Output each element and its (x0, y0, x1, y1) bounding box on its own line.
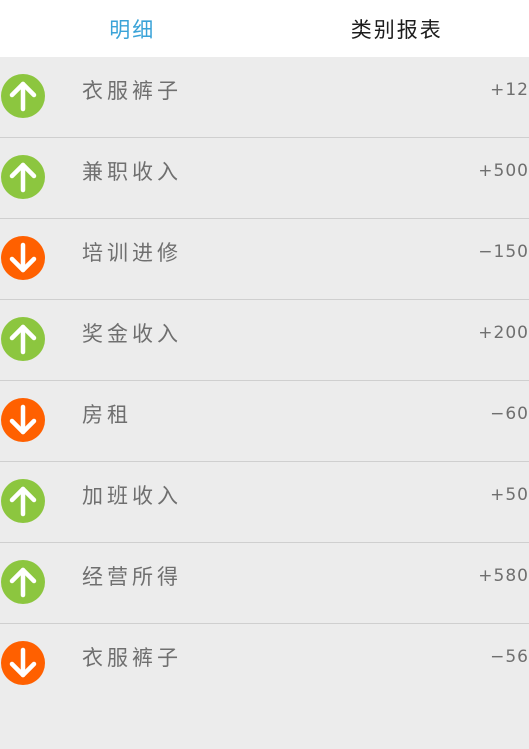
item-amount: +500 (478, 161, 529, 181)
tab-bar: 明细 类别报表 (0, 0, 529, 57)
arrow-down-icon (1, 398, 45, 442)
transaction-list: 衣服裤子 +12 兼职收入 +500 培训进修 −150 奖金收入 +200 房… (0, 57, 529, 704)
list-item[interactable]: 加班收入 +50 (0, 462, 529, 543)
item-title: 衣服裤子 (82, 646, 182, 670)
item-title: 房租 (82, 403, 132, 427)
list-item[interactable]: 衣服裤子 +12 (0, 57, 529, 138)
item-amount: −150 (478, 242, 529, 262)
list-item[interactable]: 兼职收入 +500 (0, 138, 529, 219)
item-title: 培训进修 (82, 241, 182, 265)
list-item[interactable]: 衣服裤子 −56 (0, 624, 529, 704)
list-item[interactable]: 奖金收入 +200 (0, 300, 529, 381)
tab-detail[interactable]: 明细 (0, 0, 265, 57)
item-amount: +580 (478, 566, 529, 586)
item-title: 奖金收入 (82, 322, 182, 346)
item-amount: −56 (490, 647, 529, 667)
list-item[interactable]: 经营所得 +580 (0, 543, 529, 624)
item-title: 兼职收入 (82, 160, 182, 184)
item-title: 加班收入 (82, 484, 182, 508)
arrow-up-icon (1, 479, 45, 523)
arrow-up-icon (1, 155, 45, 199)
tab-category-report[interactable]: 类别报表 (265, 0, 529, 57)
item-title: 衣服裤子 (82, 79, 182, 103)
item-amount: +12 (490, 80, 529, 100)
arrow-down-icon (1, 641, 45, 685)
arrow-up-icon (1, 317, 45, 361)
list-item[interactable]: 房租 −60 (0, 381, 529, 462)
arrow-down-icon (1, 236, 45, 280)
list-item[interactable]: 培训进修 −150 (0, 219, 529, 300)
item-title: 经营所得 (82, 565, 182, 589)
arrow-up-icon (1, 560, 45, 604)
item-amount: −60 (490, 404, 529, 424)
arrow-up-icon (1, 74, 45, 118)
item-amount: +200 (478, 323, 529, 343)
item-amount: +50 (490, 485, 529, 505)
